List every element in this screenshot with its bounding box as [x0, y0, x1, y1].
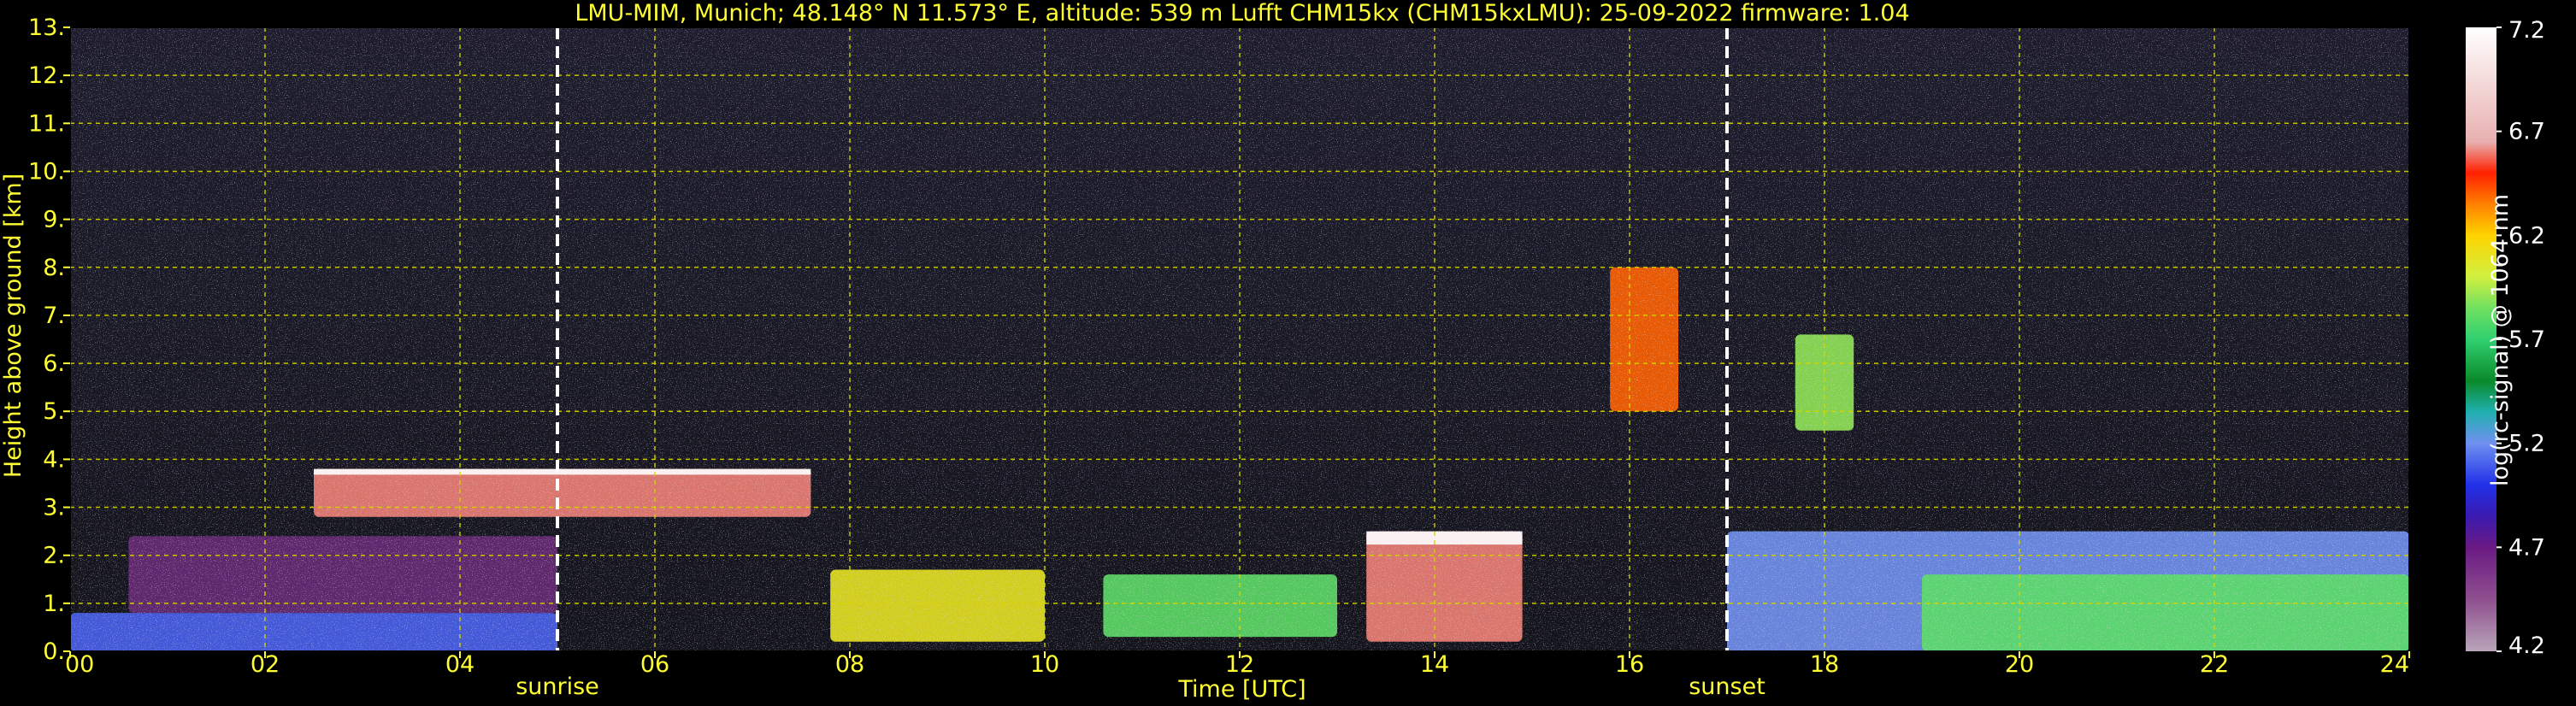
y-tick-label: 13.: [28, 15, 65, 41]
x-axis-label: Time [UTC]: [1177, 676, 1306, 703]
y-tick-label: 0.: [43, 638, 65, 665]
marker-label-sunset: sunset: [1689, 674, 1765, 700]
chart-title: LMU-MIM, Munich; 48.148° N 11.573° E, al…: [575, 0, 1909, 26]
colorbar-tick-label: 6.7: [2508, 119, 2545, 145]
y-tick-label: 10.: [28, 158, 65, 185]
x-tick-label: 10: [1030, 651, 1059, 678]
x-tick-label: 08: [835, 651, 864, 678]
colorbar-tick-label: 4.2: [2508, 632, 2545, 659]
x-tick-label: 20: [2005, 651, 2034, 678]
y-tick-label: 2.: [43, 543, 65, 569]
colorbar: 4.2 4.7 5.2 5.7 6.2 6.7 7.2 log(rc-signal) @ 1…: [2466, 17, 2545, 659]
x-axis-ticks: 00 02 04 06 08 10 12 14 16 18 20 22 24: [65, 651, 2410, 678]
x-tick-label: 06: [640, 651, 669, 678]
y-tick-label: 3.: [43, 495, 65, 521]
y-axis-label: Height above ground [km]: [0, 174, 27, 478]
y-tick-label: 7.: [43, 303, 65, 329]
colorbar-label: log(rc-signal) @ 1064 nm: [2487, 194, 2514, 486]
x-tick-label: 16: [1615, 651, 1644, 678]
x-tick-label: 12: [1225, 651, 1254, 678]
y-tick-label: 11.: [28, 110, 65, 137]
y-axis-ticks: 0. 1. 2. 3. 4. 5. 6. 7. 8. 9. 10. 11. 12. 13.: [28, 15, 70, 665]
plot-area: [70, 27, 2409, 651]
y-tick-label: 1.: [43, 591, 65, 617]
x-tick-label: 04: [445, 651, 475, 678]
x-tick-label: 02: [251, 651, 280, 678]
y-tick-label: 6.: [43, 350, 65, 377]
colorbar-tick-label: 4.7: [2508, 534, 2545, 561]
colorbar-tick-label: 5.7: [2508, 327, 2545, 353]
sun-marker-labels: sunrise sunset: [516, 674, 1765, 700]
y-tick-label: 8.: [43, 255, 65, 281]
y-tick-label: 12.: [28, 62, 65, 89]
y-tick-label: 9.: [43, 207, 65, 233]
y-tick-label: 5.: [43, 398, 65, 425]
ceilometer-chart: LMU-MIM, Munich; 48.148° N 11.573° E, al…: [0, 0, 2545, 703]
colorbar-tick-label: 5.2: [2508, 431, 2545, 457]
x-tick-label: 00: [65, 651, 94, 678]
colorbar-tick-label: 6.2: [2508, 222, 2545, 249]
colorbar-tick-label: 7.2: [2508, 17, 2545, 44]
x-tick-label: 18: [1810, 651, 1839, 678]
marker-label-sunrise: sunrise: [516, 674, 599, 700]
x-tick-label: 22: [2200, 651, 2229, 678]
y-tick-label: 4.: [43, 446, 65, 473]
x-tick-label: 14: [1420, 651, 1449, 678]
x-tick-label: 24: [2380, 651, 2409, 678]
